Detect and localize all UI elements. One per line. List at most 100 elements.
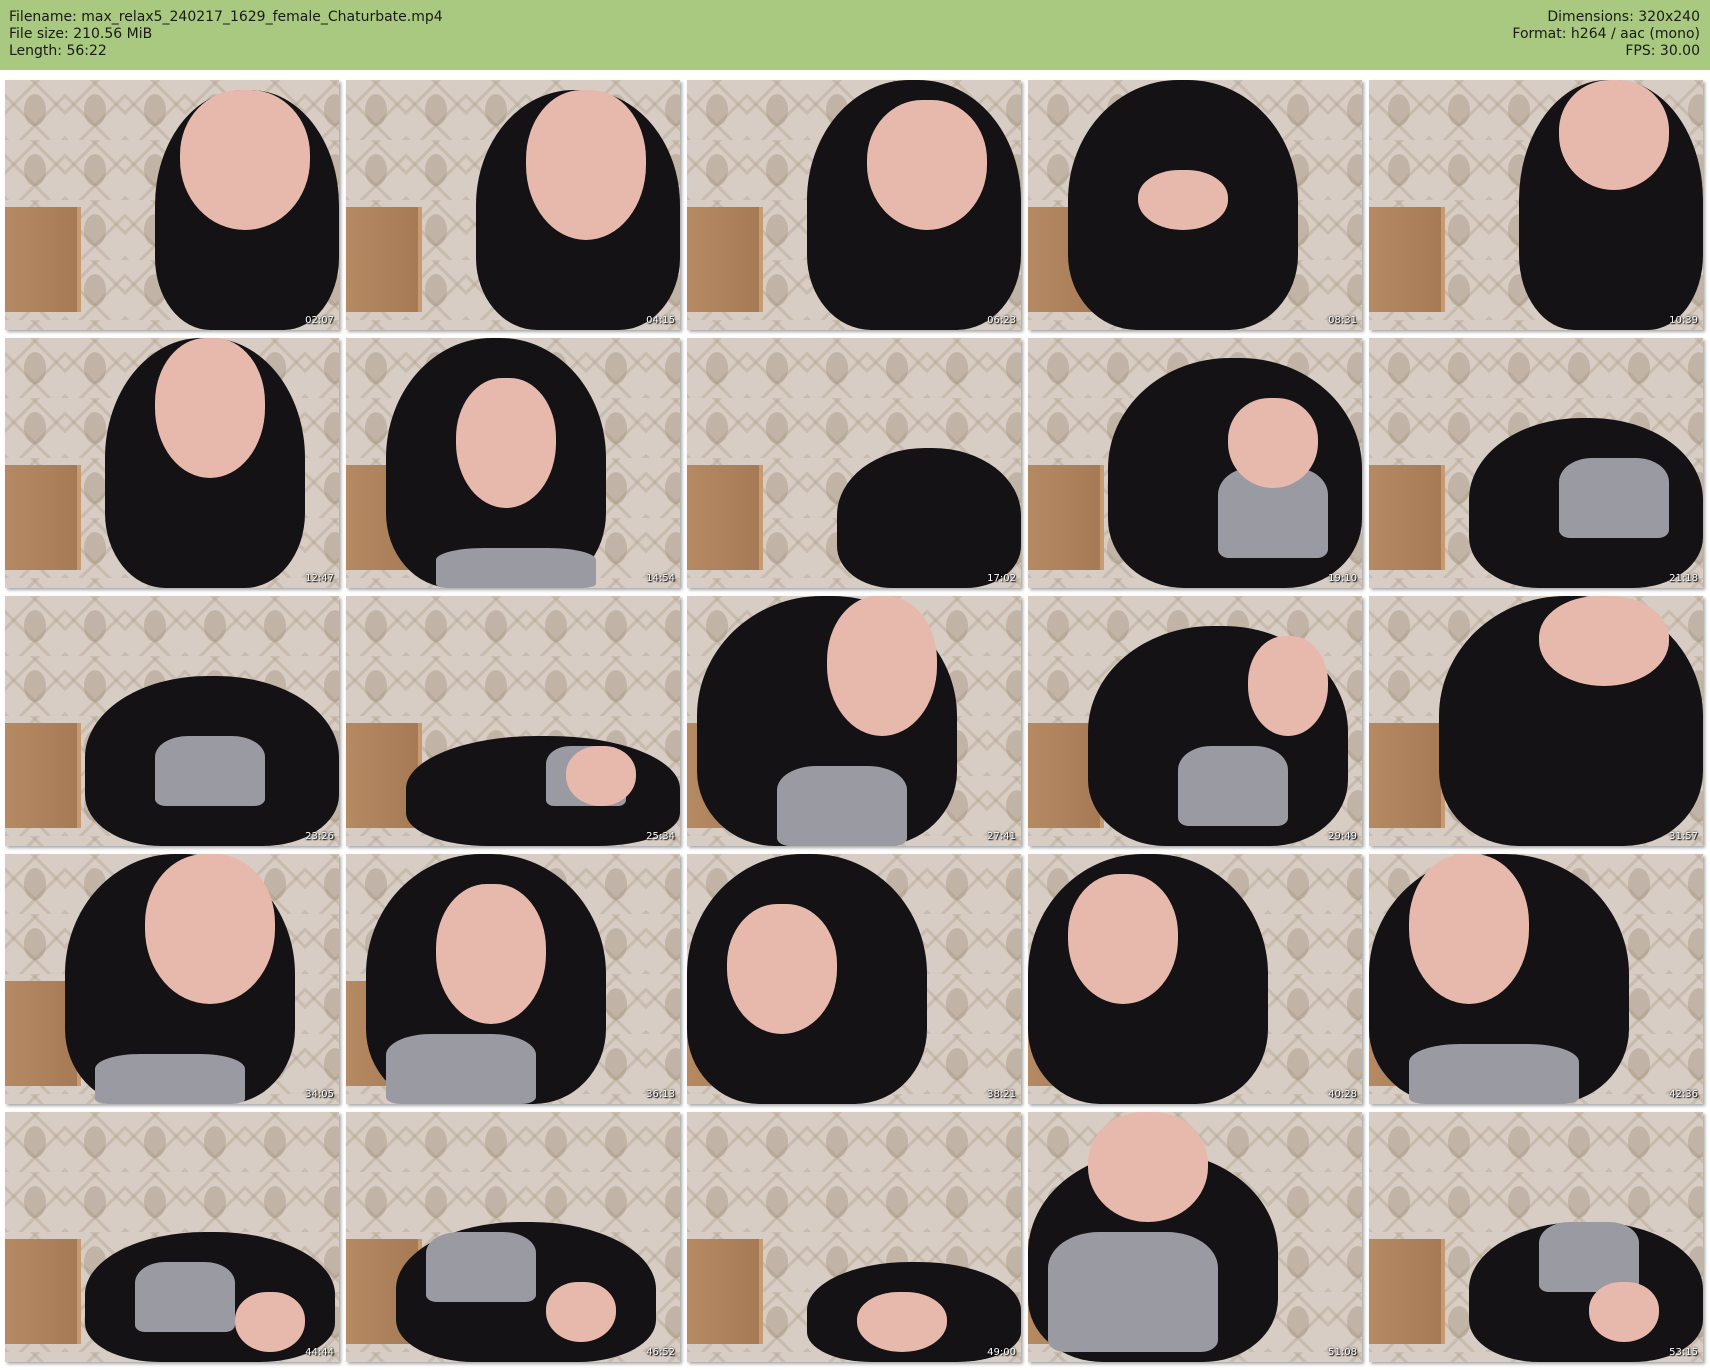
- bed-headboard: [1369, 1239, 1445, 1344]
- thumbnail: 42:36: [1369, 854, 1703, 1104]
- thumbnail: 34:05: [5, 854, 339, 1104]
- face: [727, 904, 837, 1034]
- face: [1539, 596, 1669, 686]
- video-frame-image: [5, 596, 339, 846]
- shirt-panel: [1409, 1044, 1579, 1104]
- face: [1589, 1282, 1659, 1342]
- shirt-panel: [1559, 458, 1669, 538]
- face: [566, 746, 636, 806]
- thumbnail: 51:08: [1028, 1112, 1362, 1362]
- timestamp-label: 10:39: [1669, 315, 1698, 326]
- thumbnail: 49:00: [687, 1112, 1021, 1362]
- video-frame-image: [687, 80, 1021, 330]
- video-frame-image: [1369, 80, 1703, 330]
- bed-headboard: [687, 207, 763, 312]
- timestamp-label: 23:26: [305, 831, 334, 842]
- thumbnail: 12:47: [5, 338, 339, 588]
- thumbnail: 10:39: [1369, 80, 1703, 330]
- thumbnail: 14:54: [346, 338, 680, 588]
- thumbnail: 53:15: [1369, 1112, 1703, 1362]
- timestamp-label: 40:28: [1328, 1089, 1357, 1100]
- face: [1248, 636, 1328, 736]
- shirt-panel: [95, 1054, 245, 1104]
- shirt-panel: [386, 1034, 536, 1104]
- bed-headboard: [687, 1239, 763, 1344]
- filename-text: Filename: max_relax5_240217_1629_female_…: [9, 9, 443, 25]
- bed-headboard: [687, 465, 763, 570]
- face: [145, 854, 275, 1004]
- face: [1138, 170, 1228, 230]
- thumbnail: 21:18: [1369, 338, 1703, 588]
- face: [1088, 1112, 1208, 1222]
- video-frame-image: [1369, 338, 1703, 588]
- timestamp-label: 19:10: [1328, 573, 1357, 584]
- length-text: Length: 56:22: [9, 43, 107, 59]
- face: [827, 596, 937, 736]
- video-frame-image: [346, 596, 680, 846]
- bed-headboard: [5, 723, 81, 828]
- face: [456, 378, 556, 508]
- face: [155, 338, 265, 478]
- video-frame-image: [687, 1112, 1021, 1362]
- thumbnail: 29:49: [1028, 596, 1362, 846]
- video-frame-image: [1028, 1112, 1362, 1362]
- timestamp-label: 42:36: [1669, 1089, 1698, 1100]
- face: [436, 884, 546, 1024]
- timestamp-label: 38:21: [987, 1089, 1016, 1100]
- video-frame-image: [687, 854, 1021, 1104]
- face: [867, 100, 987, 230]
- shirt-panel: [426, 1232, 536, 1302]
- format-text: Format: h264 / aac (mono): [1512, 26, 1700, 42]
- timestamp-label: 25:34: [646, 831, 675, 842]
- face: [857, 1292, 947, 1352]
- thumbnail: 02:07: [5, 80, 339, 330]
- thumbnail: 40:28: [1028, 854, 1362, 1104]
- bed-headboard: [1369, 465, 1445, 570]
- video-frame-image: [1369, 596, 1703, 846]
- video-frame-image: [1369, 854, 1703, 1104]
- fps-text: FPS: 30.00: [1625, 43, 1700, 59]
- bed-headboard: [5, 465, 81, 570]
- face: [180, 90, 310, 230]
- timestamp-label: 08:31: [1328, 315, 1357, 326]
- timestamp-label: 12:47: [305, 573, 334, 584]
- thumbnail: 38:21: [687, 854, 1021, 1104]
- timestamp-label: 17:02: [987, 573, 1016, 584]
- stream-info: Dimensions: 320x240 Format: h264 / aac (…: [1512, 9, 1700, 60]
- shirt-panel: [777, 766, 907, 846]
- face: [546, 1282, 616, 1342]
- thumbnail: 27:41: [687, 596, 1021, 846]
- face: [526, 90, 646, 240]
- timestamp-label: 46:52: [646, 1347, 675, 1358]
- face: [1068, 874, 1178, 1004]
- bed-headboard: [1369, 207, 1445, 312]
- thumbnail: 46:52: [346, 1112, 680, 1362]
- video-frame-image: [1369, 1112, 1703, 1362]
- timestamp-label: 21:18: [1669, 573, 1698, 584]
- thumbnail: 04:15: [346, 80, 680, 330]
- file-info: Filename: max_relax5_240217_1629_female_…: [9, 9, 443, 60]
- timestamp-label: 31:57: [1669, 831, 1698, 842]
- video-frame-image: [346, 854, 680, 1104]
- bed-headboard: [1369, 723, 1445, 828]
- timestamp-label: 53:15: [1669, 1347, 1698, 1358]
- person-figure: [406, 736, 680, 846]
- shirt-panel: [1178, 746, 1288, 826]
- face: [1409, 854, 1529, 1004]
- timestamp-label: 06:23: [987, 315, 1016, 326]
- video-frame-image: [1028, 80, 1362, 330]
- thumbnail: 25:34: [346, 596, 680, 846]
- video-frame-image: [687, 338, 1021, 588]
- dimensions-text: Dimensions: 320x240: [1547, 9, 1700, 25]
- thumbnail: 23:26: [5, 596, 339, 846]
- timestamp-label: 34:05: [305, 1089, 334, 1100]
- thumbnail: 19:10: [1028, 338, 1362, 588]
- bed-headboard: [1028, 465, 1104, 570]
- video-frame-image: [5, 338, 339, 588]
- bed-headboard: [5, 207, 81, 312]
- timestamp-label: 44:44: [305, 1347, 334, 1358]
- shirt-panel: [1048, 1232, 1218, 1352]
- shirt-panel: [155, 736, 265, 806]
- shirt-panel: [436, 548, 596, 588]
- timestamp-label: 27:41: [987, 831, 1016, 842]
